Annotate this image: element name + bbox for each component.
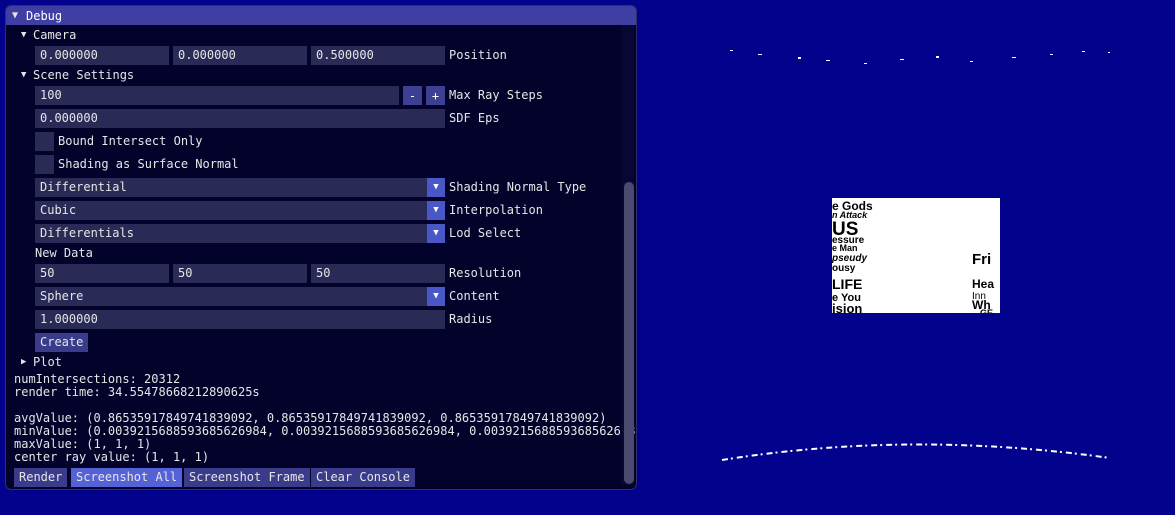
debug-window: ▼ Debug ▼ Camera 0.000000 0.000000 0.500…: [5, 5, 637, 490]
clear-console-button[interactable]: Clear Console: [311, 468, 415, 487]
plot-header[interactable]: ▶ Plot: [21, 354, 62, 370]
position-y-input[interactable]: 0.000000: [173, 46, 307, 65]
camera-header[interactable]: ▼ Camera: [21, 27, 76, 43]
render-viewport[interactable]: e Gods n Attack US essure e Man pseudy o…: [640, 0, 1175, 512]
shading-normal-type-label: Shading Normal Type: [449, 180, 587, 194]
max-ray-steps-input[interactable]: 100: [35, 86, 399, 105]
screenshot-all-button[interactable]: Screenshot All: [71, 468, 183, 487]
decrement-button[interactable]: -: [403, 86, 422, 105]
sdf-eps-label: SDF Eps: [449, 111, 500, 125]
interpolation-select[interactable]: Cubic ▼: [35, 201, 445, 220]
position-x-input[interactable]: 0.000000: [35, 46, 169, 65]
radius-input[interactable]: 1.000000: [35, 310, 445, 329]
console-line: render time: 34.55478668212890625s: [14, 385, 260, 399]
lod-select-label: Lod Select: [449, 226, 522, 240]
lod-select-select[interactable]: Differentials ▼: [35, 224, 445, 243]
position-z-input[interactable]: 0.500000: [311, 46, 445, 65]
shading-surface-normal-label: Shading as Surface Normal: [58, 157, 239, 171]
render-output: e Gods n Attack US essure e Man pseudy o…: [721, 50, 1111, 461]
expanded-arrow-icon: ▼: [21, 30, 27, 40]
position-label: Position: [449, 48, 507, 62]
max-ray-steps-label: Max Ray Steps: [449, 88, 543, 102]
scene-settings-header[interactable]: ▼ Scene Settings: [21, 67, 134, 83]
window-title: Debug: [26, 8, 63, 23]
texture-text: e Man: [832, 243, 858, 253]
texture-patch: e Gods n Attack US essure e Man pseudy o…: [831, 198, 1004, 318]
texture-text: Fri: [972, 251, 991, 268]
resolution-label: Resolution: [449, 266, 522, 280]
sdf-eps-input[interactable]: 0.000000: [35, 109, 445, 128]
resolution-x-input[interactable]: 50: [35, 264, 169, 283]
render-noise-top: [730, 50, 1110, 64]
lod-select-value: Differentials: [40, 226, 134, 240]
window-titlebar[interactable]: ▼ Debug: [6, 6, 636, 25]
resolution-y-input[interactable]: 50: [173, 264, 307, 283]
render-button[interactable]: Render: [14, 468, 68, 487]
texture-text: Hea: [972, 277, 994, 291]
resolution-z-input[interactable]: 50: [311, 264, 445, 283]
content-label: Content: [449, 289, 500, 303]
render-noise-bottom: [721, 443, 1111, 461]
texture-text: ousy: [832, 263, 856, 274]
screenshot-frame-button[interactable]: Screenshot Frame: [184, 468, 310, 487]
content-select[interactable]: Sphere ▼: [35, 287, 445, 306]
expanded-arrow-icon: ▼: [21, 70, 27, 80]
collapsed-arrow-icon: ▶: [21, 357, 27, 367]
radius-label: Radius: [449, 312, 493, 326]
collapse-arrow-icon[interactable]: ▼: [12, 10, 24, 21]
shading-normal-type-select[interactable]: Differential ▼: [35, 178, 445, 197]
dropdown-arrow-icon[interactable]: ▼: [427, 201, 445, 220]
bound-intersect-label: Bound Intersect Only: [58, 134, 203, 148]
increment-button[interactable]: +: [426, 86, 445, 105]
plot-header-label: Plot: [33, 355, 62, 369]
shading-surface-normal-checkbox[interactable]: [35, 155, 54, 174]
shading-normal-type-value: Differential: [40, 180, 127, 194]
interpolation-label: Interpolation: [449, 203, 543, 217]
bound-intersect-checkbox[interactable]: [35, 132, 54, 151]
interpolation-value: Cubic: [40, 203, 77, 217]
console-line: center ray value: (1, 1, 1): [14, 450, 210, 464]
texture-text: LIFE: [832, 276, 862, 292]
dropdown-arrow-icon[interactable]: ▼: [427, 178, 445, 197]
new-data-label: New Data: [35, 246, 93, 260]
dropdown-arrow-icon[interactable]: ▼: [427, 287, 445, 306]
camera-header-label: Camera: [33, 28, 77, 42]
content-value: Sphere: [40, 289, 84, 303]
dropdown-arrow-icon[interactable]: ▼: [427, 224, 445, 243]
scrollbar-thumb[interactable]: [624, 182, 634, 484]
scene-settings-header-label: Scene Settings: [33, 68, 135, 82]
create-button[interactable]: Create: [35, 333, 89, 352]
